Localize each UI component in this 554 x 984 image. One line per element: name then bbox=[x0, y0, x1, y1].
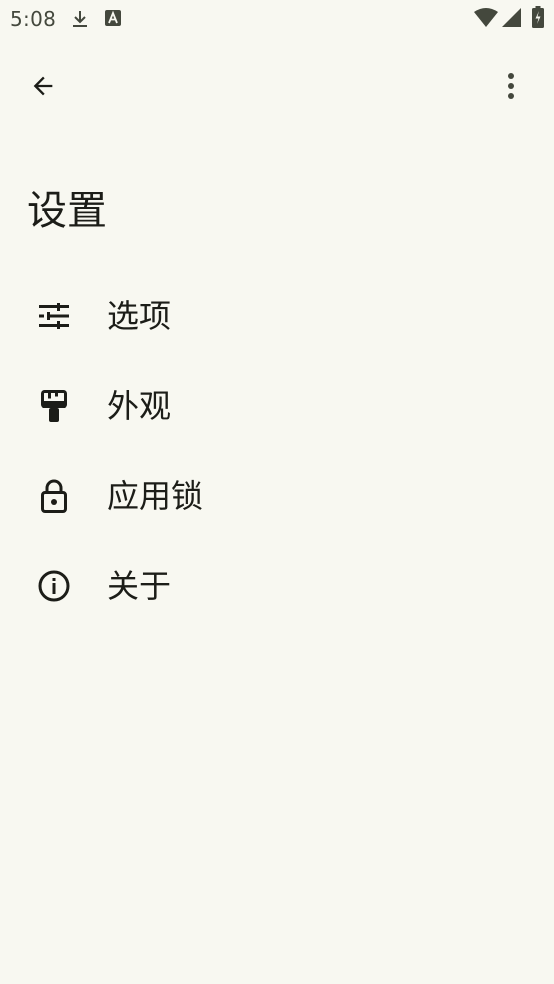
more-vert-icon bbox=[508, 73, 514, 99]
back-button[interactable] bbox=[19, 62, 67, 110]
menu-item-about[interactable]: 关于 bbox=[0, 541, 554, 631]
download-icon bbox=[73, 11, 87, 27]
page-title: 设置 bbox=[27, 188, 107, 234]
more-options-button[interactable] bbox=[487, 62, 535, 110]
top-app-bar bbox=[0, 38, 554, 134]
menu-item-label: 应用锁 bbox=[107, 477, 204, 515]
menu-item-label: 关于 bbox=[107, 567, 172, 605]
info-icon bbox=[38, 570, 70, 602]
lock-icon bbox=[41, 479, 67, 513]
tune-icon bbox=[39, 303, 69, 329]
status-bar: 5:08 bbox=[0, 0, 554, 38]
text-a-icon bbox=[105, 10, 121, 26]
menu-item-label: 选项 bbox=[107, 297, 172, 335]
menu-item-label: 外观 bbox=[107, 387, 172, 425]
battery-icon bbox=[532, 6, 544, 28]
settings-menu: 选项 外观 应用锁 关于 bbox=[0, 271, 554, 631]
paint-roller-icon bbox=[41, 390, 67, 422]
menu-item-app-lock[interactable]: 应用锁 bbox=[0, 451, 554, 541]
signal-icon bbox=[502, 8, 521, 27]
menu-item-appearance[interactable]: 外观 bbox=[0, 361, 554, 451]
menu-item-options[interactable]: 选项 bbox=[0, 271, 554, 361]
wifi-icon bbox=[474, 8, 498, 27]
arrow-back-icon bbox=[33, 76, 53, 96]
status-time: 5:08 bbox=[10, 7, 57, 31]
